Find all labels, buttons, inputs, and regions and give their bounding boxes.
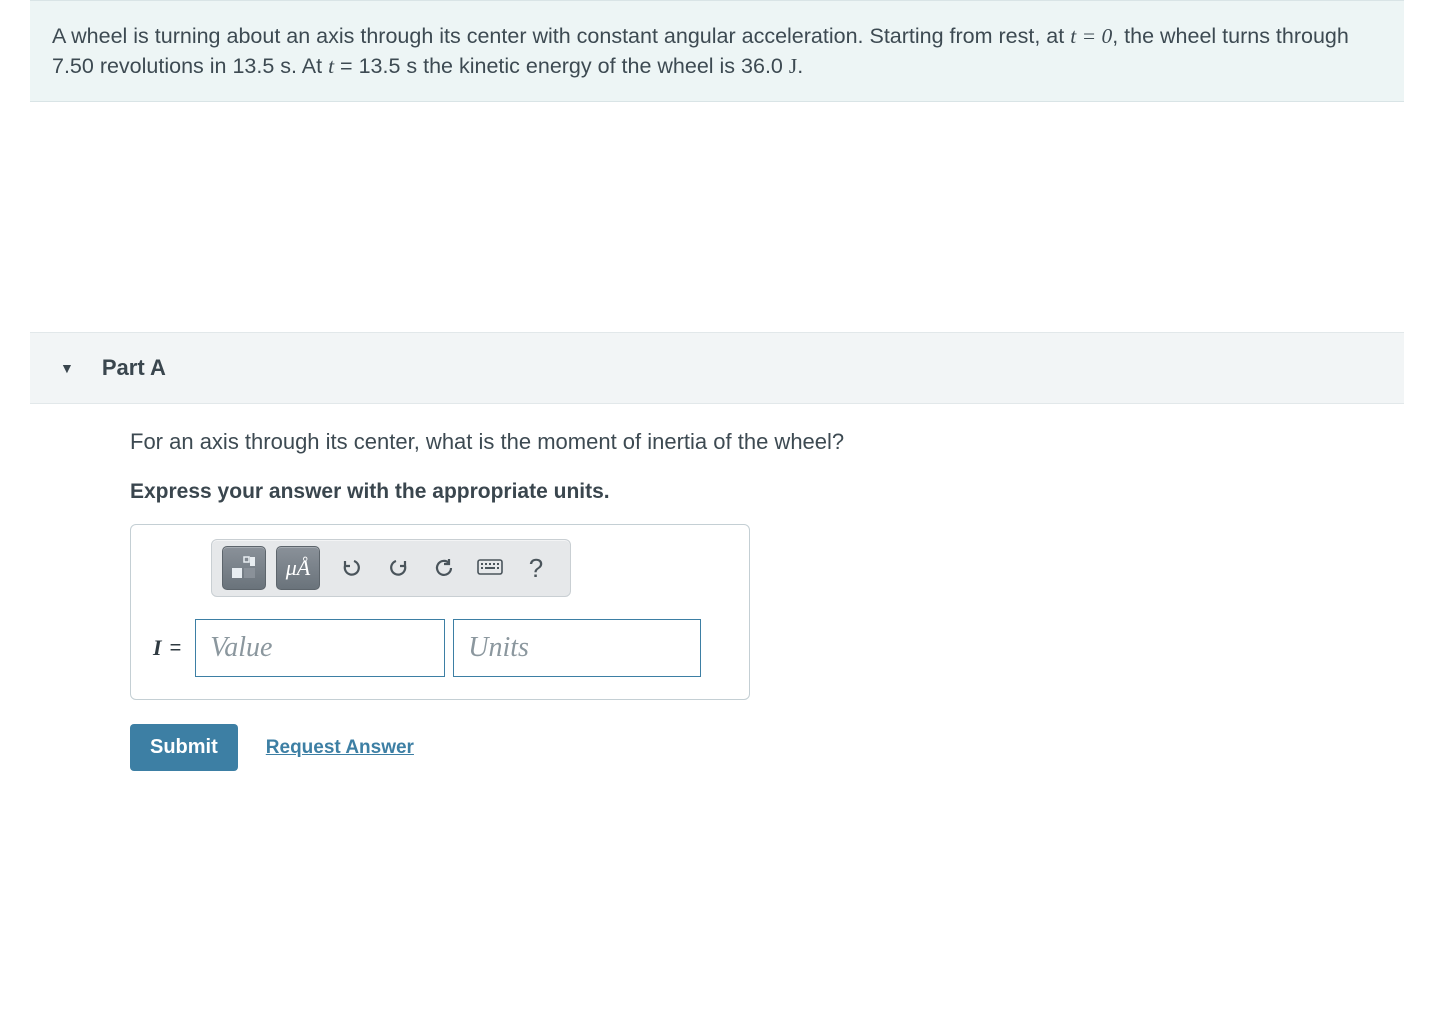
reset-button[interactable] [422,546,466,590]
request-answer-link[interactable]: Request Answer [266,737,414,759]
value-input[interactable]: Value [195,619,445,677]
math-t0: t = 0 [1070,24,1112,48]
units-input[interactable]: Units [453,619,701,677]
answer-widget: μÅ [130,524,750,700]
equals-sign: = [170,637,182,660]
units-placeholder: Units [468,632,529,664]
special-chars-button[interactable]: μÅ [276,546,320,590]
problem-statement: A wheel is turning about an axis through… [30,0,1404,102]
unit-j: J [789,54,797,78]
actions-row: Submit Request Answer [30,700,1404,771]
value-placeholder: Value [210,632,272,664]
redo-button[interactable] [376,546,420,590]
caret-down-icon: ▼ [60,360,74,376]
problem-text-1: A wheel is turning about an axis through… [52,24,1070,48]
part-a-header[interactable]: ▼ Part A [30,332,1404,404]
variable-label: I [153,635,162,661]
question-text: For an axis through its center, what is … [130,429,1404,455]
problem-text-4: . [797,54,803,78]
problem-text-3: = 13.5 s the kinetic energy of the wheel… [334,54,789,78]
template-button[interactable] [222,546,266,590]
undo-button[interactable] [330,546,374,590]
help-button[interactable]: ? [514,546,558,590]
submit-button[interactable]: Submit [130,724,238,771]
keyboard-button[interactable] [468,546,512,590]
part-a-body: For an axis through its center, what is … [30,404,1404,700]
answer-row: I = Value Units [131,597,749,677]
equation-toolbar: μÅ [211,539,571,597]
part-label: Part A [102,355,166,381]
instruction-text: Express your answer with the appropriate… [130,480,1404,504]
